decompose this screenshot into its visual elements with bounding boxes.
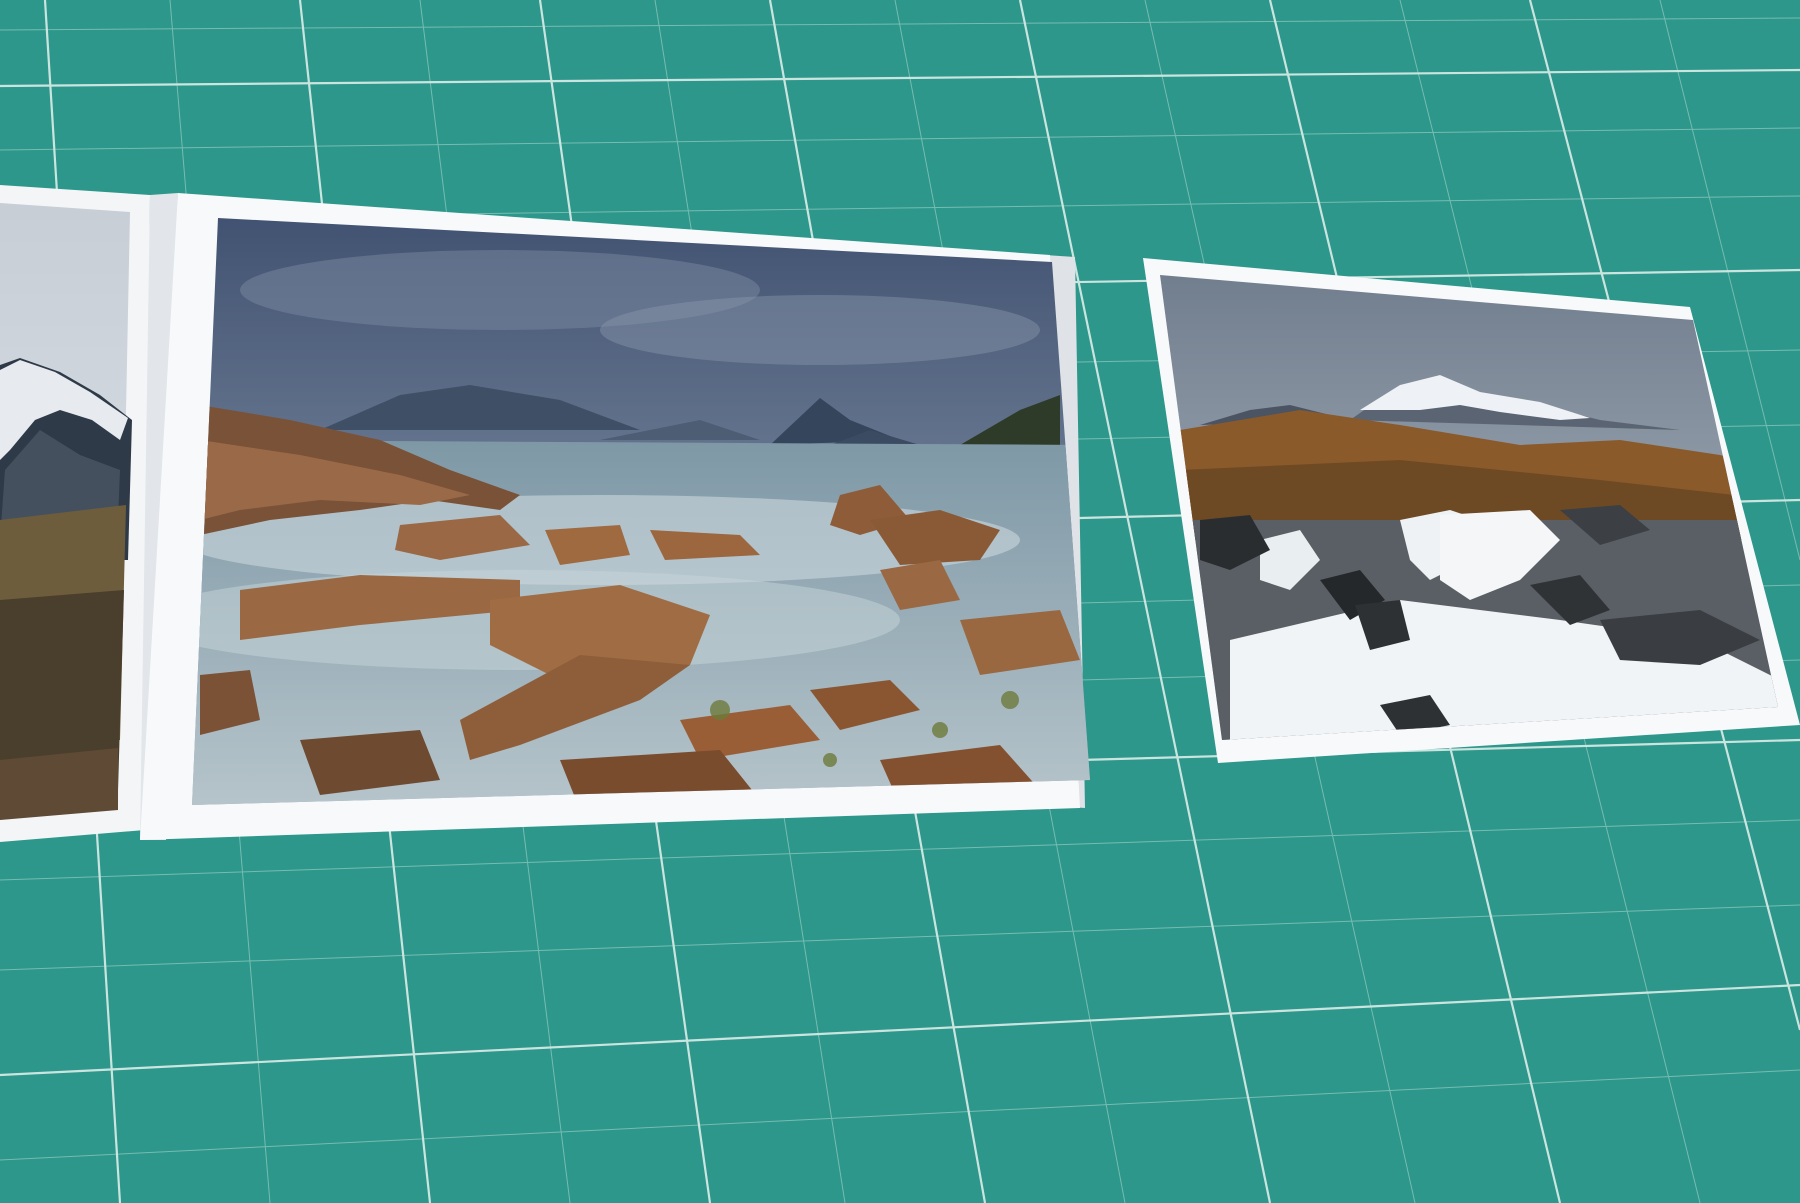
center-photo-print xyxy=(140,193,1090,840)
seascape-image xyxy=(192,218,1090,805)
photo-scene xyxy=(0,0,1800,1203)
left-card xyxy=(0,185,150,842)
